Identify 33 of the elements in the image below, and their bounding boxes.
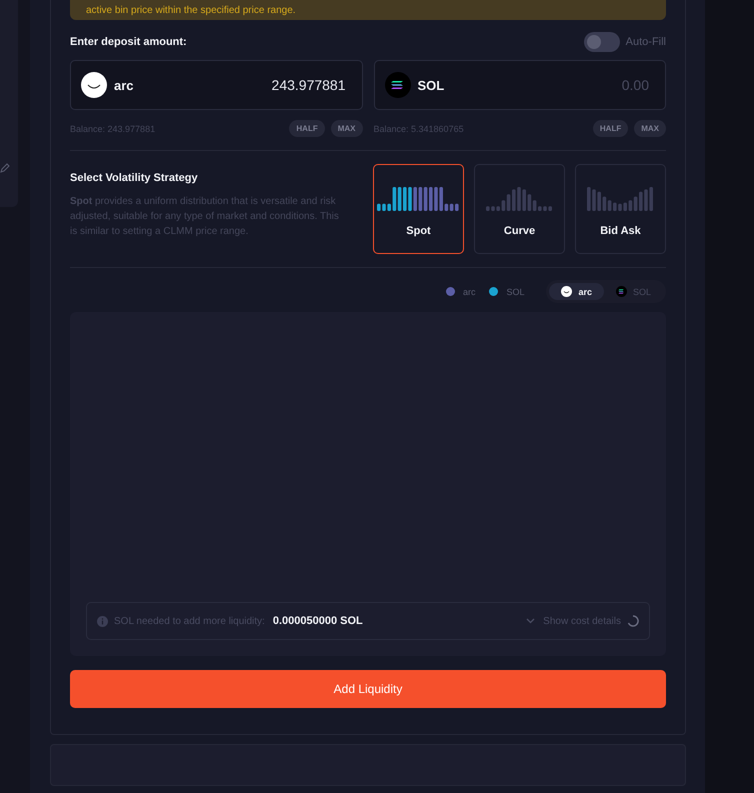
deposit-label: Enter deposit amount: xyxy=(70,36,187,48)
amount-preset-button[interactable]: HALF xyxy=(289,120,325,137)
token-tab[interactable]: arc xyxy=(549,283,604,300)
token-symbol: SOL xyxy=(418,78,444,92)
chevron-down-icon xyxy=(526,618,536,624)
stripes-icon xyxy=(384,72,410,98)
warning-text: active bin price within the specified price range. xyxy=(86,4,296,16)
spinner-icon xyxy=(627,615,639,627)
amount-input[interactable]: 243.977881 xyxy=(140,76,348,94)
legend-label: arc xyxy=(462,286,476,296)
amount-preset-button[interactable]: HALF xyxy=(592,120,628,137)
token-symbol: arc xyxy=(114,78,134,92)
bars-icon xyxy=(486,187,554,211)
strategy-option[interactable]: Bid Ask xyxy=(575,164,666,254)
amount-input[interactable]: 0.00 xyxy=(451,76,651,94)
pen-icon xyxy=(0,163,10,173)
smile-icon xyxy=(561,286,572,297)
amount-field[interactable]: arc 243.977881 xyxy=(70,60,362,110)
info-icon xyxy=(97,616,108,626)
amount-field[interactable]: SOL 0.00 xyxy=(374,60,666,110)
auto-fill-label: Auto-Fill xyxy=(626,36,666,48)
amount-preset-button[interactable]: MAX xyxy=(634,120,666,137)
bars-icon xyxy=(376,187,460,211)
strategy-option[interactable]: Spot xyxy=(373,164,464,254)
bars-icon xyxy=(586,187,654,211)
cost-value: 0.000050000 SOL xyxy=(272,615,363,627)
strategy-title: Select Volatility Strategy xyxy=(70,172,198,184)
strategy-option[interactable]: Curve xyxy=(474,164,565,254)
amount-preset-button[interactable]: MAX xyxy=(330,120,362,137)
stripes-icon xyxy=(616,286,627,297)
smile-icon xyxy=(81,72,107,98)
auto-fill-switch[interactable] xyxy=(584,32,620,52)
legend-label: SOL xyxy=(506,286,524,296)
